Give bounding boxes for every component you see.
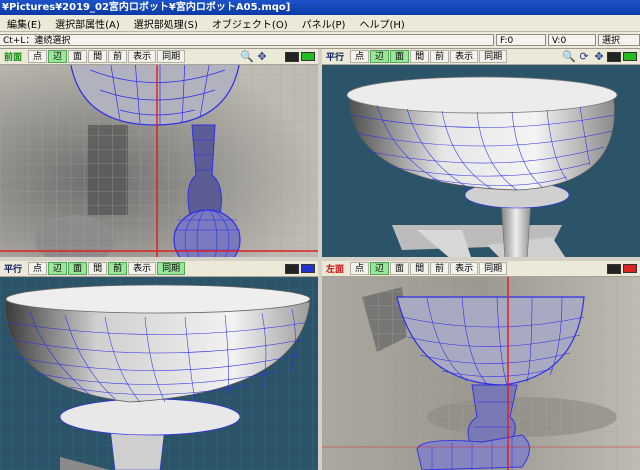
- edge-mode-button[interactable]: 辺: [370, 262, 390, 275]
- status-hint: Ct+L：連続選択: [0, 34, 494, 46]
- pane-toolbar: 平行 点 辺 面 間 前 表示 同期 🔍 ⟳ ✥: [322, 49, 640, 65]
- gap-button[interactable]: 間: [88, 50, 108, 63]
- menu-help[interactable]: ヘルプ(H): [352, 16, 411, 31]
- edge-mode-button[interactable]: 辺: [370, 50, 390, 63]
- view-name[interactable]: 平行: [324, 50, 346, 63]
- edge-mode-button[interactable]: 辺: [48, 50, 68, 63]
- rotate-icon[interactable]: ⟳: [577, 50, 591, 63]
- viewport-pane-top-left: 前面 点 辺 面 間 前 表示 同期 🔍 ✥: [0, 49, 318, 257]
- menu-selection-process[interactable]: 選択部処理(S): [127, 16, 205, 31]
- view-color-swatch[interactable]: [301, 264, 315, 273]
- front-button[interactable]: 前: [108, 50, 128, 63]
- sync-button[interactable]: 同期: [479, 262, 508, 275]
- edge-mode-button[interactable]: 辺: [48, 262, 68, 275]
- menu-selection-attributes[interactable]: 選択部属性(A): [48, 16, 127, 31]
- pane-toolbar: 前面 点 辺 面 間 前 表示 同期 🔍 ✥: [0, 49, 318, 65]
- view-color-swatch[interactable]: [623, 264, 637, 273]
- viewport-canvas[interactable]: [0, 65, 318, 257]
- vertex-mode-button[interactable]: 点: [28, 262, 48, 275]
- status-pending: 選択: [598, 34, 640, 46]
- view-name[interactable]: 平行: [2, 262, 24, 275]
- view-color-swatch[interactable]: [301, 52, 315, 61]
- display-button[interactable]: 表示: [450, 262, 479, 275]
- front-button[interactable]: 前: [430, 50, 450, 63]
- front-button[interactable]: 前: [108, 262, 128, 275]
- view-name[interactable]: 左面: [324, 262, 346, 275]
- pane-toolbar: 平行 点 辺 面 間 前 表示 同期: [0, 261, 318, 277]
- gap-button[interactable]: 間: [88, 262, 108, 275]
- viewport-canvas[interactable]: [322, 277, 640, 470]
- monitor-icon[interactable]: [607, 51, 621, 62]
- vertex-mode-button[interactable]: 点: [28, 50, 48, 63]
- display-button[interactable]: 表示: [450, 50, 479, 63]
- vertex-mode-button[interactable]: 点: [350, 262, 370, 275]
- viewport-pane-bottom-right: 左面 点 辺 面 間 前 表示 同期: [322, 261, 640, 470]
- status-vertices: V:0: [548, 34, 596, 46]
- face-mode-button[interactable]: 面: [390, 50, 410, 63]
- menu-bar: 編集(E) 選択部属性(A) 選択部処理(S) オブジェクト(O) パネル(P)…: [0, 15, 640, 32]
- sync-button[interactable]: 同期: [479, 50, 508, 63]
- gap-button[interactable]: 間: [410, 262, 430, 275]
- face-mode-button[interactable]: 面: [68, 50, 88, 63]
- monitor-icon[interactable]: [607, 263, 621, 274]
- view-name[interactable]: 前面: [2, 50, 24, 63]
- view-color-swatch[interactable]: [623, 52, 637, 61]
- gap-button[interactable]: 間: [410, 50, 430, 63]
- sync-button[interactable]: 同期: [157, 262, 186, 275]
- display-button[interactable]: 表示: [128, 50, 157, 63]
- sync-button[interactable]: 同期: [157, 50, 186, 63]
- front-button[interactable]: 前: [430, 262, 450, 275]
- status-bar: Ct+L：連続選択 F:0 V:0 選択: [0, 32, 640, 49]
- monitor-icon[interactable]: [285, 51, 299, 62]
- face-mode-button[interactable]: 面: [68, 262, 88, 275]
- viewport-pane-top-right: 平行 点 辺 面 間 前 表示 同期 🔍 ⟳ ✥: [322, 49, 640, 257]
- zoom-icon[interactable]: 🔍: [562, 50, 576, 63]
- pane-toolbar: 左面 点 辺 面 間 前 表示 同期: [322, 261, 640, 277]
- menu-edit[interactable]: 編集(E): [0, 16, 48, 31]
- move-icon[interactable]: ✥: [255, 50, 269, 63]
- menu-panel[interactable]: パネル(P): [295, 16, 353, 31]
- monitor-icon[interactable]: [285, 263, 299, 274]
- zoom-icon[interactable]: 🔍: [240, 50, 254, 63]
- window-title: ¥Pictures¥2019_02宮内ロボット¥宮内ロボットA05.mqo]: [0, 0, 640, 15]
- status-faces: F:0: [496, 34, 546, 46]
- move-icon[interactable]: ✥: [592, 50, 606, 63]
- viewport-canvas[interactable]: [0, 277, 318, 470]
- face-mode-button[interactable]: 面: [390, 262, 410, 275]
- menu-object[interactable]: オブジェクト(O): [205, 16, 295, 31]
- viewport-canvas[interactable]: [322, 65, 640, 257]
- viewport-pane-bottom-left: 平行 点 辺 面 間 前 表示 同期: [0, 261, 318, 470]
- display-button[interactable]: 表示: [128, 262, 157, 275]
- vertex-mode-button[interactable]: 点: [350, 50, 370, 63]
